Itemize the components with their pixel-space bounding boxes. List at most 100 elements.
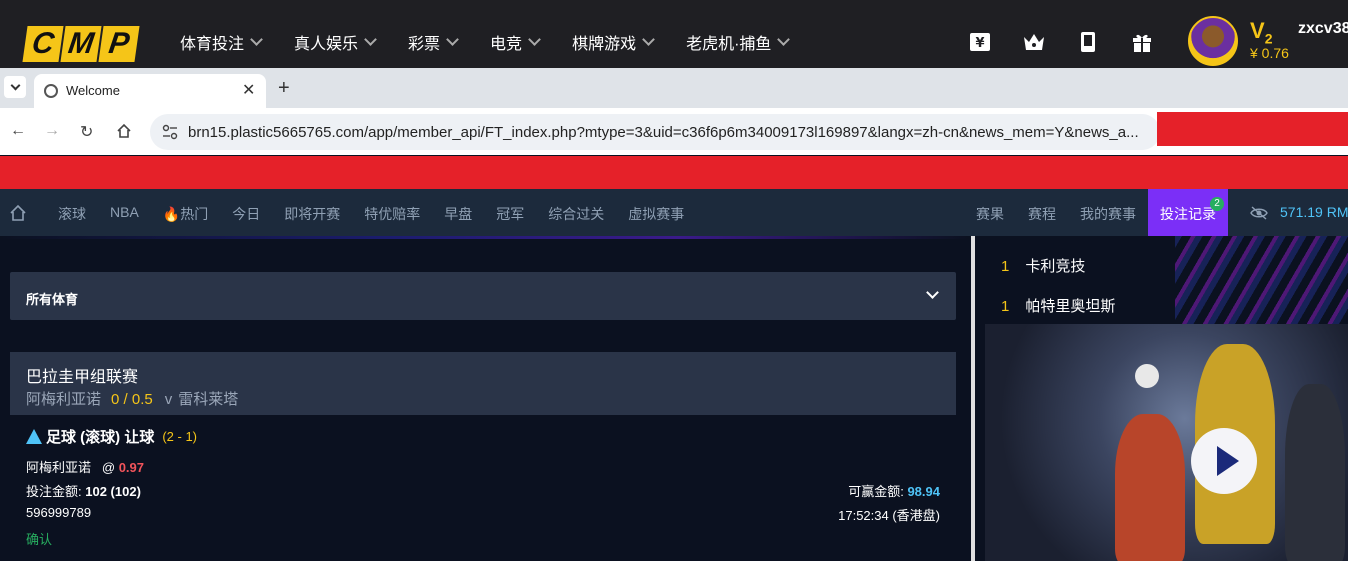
- bet-record-button[interactable]: 投注记录 2: [1148, 189, 1228, 236]
- account-balance: 571.19 RM: [1280, 204, 1348, 220]
- match-score: (2 - 1): [162, 429, 197, 444]
- bet-count-badge: 2: [1210, 197, 1224, 211]
- league-header: 巴拉圭甲组联赛 阿梅利亚诺 0 / 0.5 v 雷科莱塔: [10, 352, 956, 415]
- browser-toolbar: ← → ↻ brn15.plastic5665765.com/app/membe…: [0, 108, 1348, 155]
- decorative-banner: [1175, 236, 1348, 326]
- bet-selection: 阿梅利亚诺 @ 0.97: [26, 457, 144, 476]
- logo-letter: M: [60, 26, 102, 62]
- home-icon[interactable]: [9, 204, 27, 222]
- browser-tab-strip: Welcome ✕ +: [0, 68, 1348, 108]
- back-icon[interactable]: ←: [10, 122, 26, 140]
- main-nav: 体育投注 真人娱乐 彩票 电竞 棋牌游戏 老虎机·捕鱼: [180, 30, 821, 54]
- bet-record-label: 投注记录: [1160, 206, 1216, 222]
- sports-right-links: 赛果 赛程 我的赛事: [976, 204, 1136, 224]
- tab-parlay[interactable]: 综合过关: [548, 204, 604, 224]
- play-button[interactable]: [1191, 428, 1257, 494]
- bet-market: 足球 (滚球) 让球: [46, 429, 155, 446]
- logo-letter: C: [22, 26, 64, 62]
- site-logo[interactable]: C M P: [22, 26, 140, 62]
- nav-slots-fishing[interactable]: 老虎机·捕鱼: [686, 30, 791, 54]
- nav-label: 棋牌游戏: [572, 36, 637, 53]
- nav-label: 体育投注: [180, 36, 245, 53]
- tab-upcoming[interactable]: 即将开赛: [284, 204, 340, 224]
- header-icons: ¥: [968, 30, 1154, 54]
- chevron-down-icon: [642, 33, 655, 46]
- nav-label: 彩票: [408, 36, 441, 53]
- rank-number: 1: [1001, 298, 1010, 315]
- nav-label: 老虎机·捕鱼: [686, 36, 772, 53]
- nav-label: 真人娱乐: [294, 36, 359, 53]
- mobile-app-icon[interactable]: [1076, 30, 1100, 54]
- url-text: brn15.plastic5665765.com/app/member_api/…: [188, 124, 1139, 141]
- browser-tab[interactable]: Welcome ✕: [34, 74, 266, 108]
- chevron-down-icon: [446, 33, 459, 46]
- tab-virtual[interactable]: 虚拟赛事: [628, 204, 684, 224]
- chevron-down-icon: [364, 33, 377, 46]
- ranking-item[interactable]: 1 卡利竞技: [1001, 255, 1085, 276]
- bet-list-pane: 所有体育 巴拉圭甲组联赛 阿梅利亚诺 0 / 0.5 v 雷科莱塔 足球 (滚球) 让…: [0, 236, 968, 561]
- ranking-item[interactable]: 1 帕特里奥坦斯: [1001, 295, 1115, 316]
- nav-label: 电竞: [490, 36, 523, 53]
- stake: 投注金额: 102 (102): [26, 481, 141, 500]
- tab-hot[interactable]: 🔥热门: [163, 204, 208, 224]
- chevron-down-icon: [250, 33, 263, 46]
- selection-team: 阿梅利亚诺: [26, 460, 92, 475]
- vip-level-badge: V2: [1250, 18, 1272, 46]
- chevron-down-icon: [926, 286, 939, 299]
- link-results[interactable]: 赛果: [976, 204, 1004, 224]
- globe-icon: [44, 84, 58, 98]
- nav-sports-betting[interactable]: 体育投注: [180, 30, 263, 54]
- link-schedule[interactable]: 赛程: [1028, 204, 1056, 224]
- eye-off-icon[interactable]: [1250, 206, 1268, 220]
- potential-win: 可赢金额: 98.94: [848, 481, 940, 500]
- svg-text:¥: ¥: [975, 36, 984, 51]
- new-tab-button[interactable]: +: [278, 77, 290, 100]
- nav-esports[interactable]: 电竞: [490, 30, 541, 54]
- tab-today[interactable]: 今日: [232, 204, 260, 224]
- bet-time: 17:52:34 (香港盘): [838, 508, 940, 523]
- tab-search-button[interactable]: [4, 76, 26, 98]
- site-settings-icon[interactable]: [162, 124, 178, 140]
- nav-lottery[interactable]: 彩票: [408, 30, 459, 54]
- sport-selector[interactable]: 所有体育: [10, 272, 956, 320]
- play-icon: [1217, 446, 1239, 476]
- bet-title: 足球 (滚球) 让球 (2 - 1): [26, 426, 946, 447]
- forward-icon[interactable]: →: [44, 122, 60, 140]
- wallet-yen-icon[interactable]: ¥: [968, 30, 992, 54]
- nav-live-casino[interactable]: 真人娱乐: [294, 30, 377, 54]
- football-ball: [1135, 364, 1159, 388]
- side-panel: 1 卡利竞技 1 帕特里奥坦斯: [975, 236, 1348, 561]
- redaction-block: [1157, 112, 1348, 146]
- away-team: 雷科莱塔: [178, 391, 239, 408]
- sport-selector-label: 所有体育: [26, 292, 79, 307]
- reload-icon[interactable]: ↻: [80, 122, 93, 142]
- warning-icon: [26, 429, 42, 444]
- nav-card-games[interactable]: 棋牌游戏: [572, 30, 655, 54]
- handicap-line: 0 / 0.5: [111, 391, 153, 408]
- home-icon[interactable]: [116, 123, 132, 139]
- tab-nba[interactable]: NBA: [110, 204, 139, 224]
- gift-icon[interactable]: [1130, 30, 1154, 54]
- sports-subnav: 滚球 NBA 🔥热门 今日 即将开赛 特优赔率 早盘 冠军 综合过关 虚拟赛事 …: [0, 189, 1348, 236]
- at-symbol: @: [101, 460, 116, 475]
- promo-video[interactable]: [985, 324, 1348, 561]
- user-avatar[interactable]: [1188, 16, 1238, 66]
- rank-number: 1: [1001, 258, 1010, 275]
- win-value: 98.94: [907, 484, 940, 499]
- wallet-balance: ¥ 0.76: [1250, 45, 1289, 61]
- player-figure: [1115, 414, 1185, 561]
- league-name: 巴拉圭甲组联赛: [26, 369, 139, 386]
- win-label: 可赢金额:: [848, 484, 904, 499]
- tab-boosted-odds[interactable]: 特优赔率: [364, 204, 420, 224]
- stake-value: 102 (102): [85, 484, 141, 499]
- tab-outright[interactable]: 冠军: [496, 204, 524, 224]
- link-my-events[interactable]: 我的赛事: [1080, 204, 1136, 224]
- tab-early[interactable]: 早盘: [444, 204, 472, 224]
- crown-icon[interactable]: [1022, 30, 1046, 54]
- username[interactable]: zxcv38: [1298, 20, 1348, 38]
- address-bar[interactable]: brn15.plastic5665765.com/app/member_api/…: [150, 114, 1160, 150]
- close-icon[interactable]: ✕: [242, 80, 255, 100]
- rank-team: 帕特里奥坦斯: [1025, 298, 1116, 315]
- vip-number: 2: [1264, 30, 1273, 47]
- tab-inplay[interactable]: 滚球: [58, 204, 86, 224]
